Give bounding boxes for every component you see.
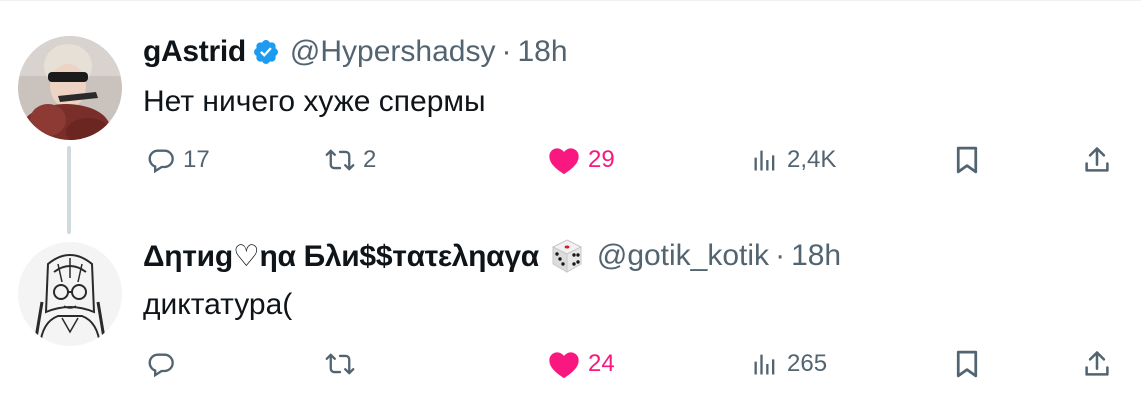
share-button[interactable] xyxy=(1083,344,1111,384)
timestamp[interactable]: 18h xyxy=(517,35,567,69)
avatar[interactable] xyxy=(18,36,122,140)
verified-badge-icon xyxy=(252,38,280,66)
share-button[interactable] xyxy=(1083,140,1111,180)
tweet-actions: 17 2 29 2,4K xyxy=(143,140,1123,180)
views-icon xyxy=(751,350,779,378)
tweet[interactable]: gAstrid @Hypershadsy · 18h Нет ничего ху… xyxy=(0,0,1141,234)
like-count: 29 xyxy=(588,146,615,173)
display-name[interactable]: gAstrid xyxy=(143,35,246,69)
like-button[interactable]: 29 xyxy=(548,140,615,180)
user-handle[interactable]: @Hypershadsy xyxy=(290,35,496,69)
reply-icon xyxy=(147,350,175,378)
views-count: 2,4K xyxy=(787,146,837,173)
game-die-icon xyxy=(547,236,587,276)
retweet-icon xyxy=(325,350,355,378)
separator-dot: · xyxy=(775,239,786,272)
separator-dot: · xyxy=(501,35,512,68)
tweet-actions: 24 265 xyxy=(143,344,1123,384)
bookmark-icon xyxy=(953,145,981,175)
reply-button[interactable] xyxy=(147,344,183,384)
views-button[interactable]: 265 xyxy=(751,344,827,384)
retweet-count: 2 xyxy=(363,146,377,173)
like-count: 24 xyxy=(588,350,615,377)
retweet-button[interactable]: 2 xyxy=(325,140,376,180)
retweet-icon xyxy=(325,146,355,174)
avatar[interactable] xyxy=(18,242,122,346)
bookmark-icon xyxy=(953,349,981,379)
share-icon xyxy=(1083,145,1111,175)
user-handle[interactable]: @gotik_kotik xyxy=(597,239,769,273)
retweet-button[interactable] xyxy=(325,344,363,384)
tweet-header: Δηтиg♡ηα Бλи$$тατεληαγα @gotik_kotik · 1… xyxy=(143,236,841,276)
reply-button[interactable]: 17 xyxy=(147,140,210,180)
share-icon xyxy=(1083,349,1111,379)
tweet-header: gAstrid @Hypershadsy · 18h xyxy=(143,32,568,72)
like-button[interactable]: 24 xyxy=(548,344,615,384)
reply-icon xyxy=(147,146,175,174)
tweet-text: диктатура( xyxy=(143,288,293,321)
views-count: 265 xyxy=(787,350,828,377)
timestamp[interactable]: 18h xyxy=(791,239,841,273)
views-icon xyxy=(751,146,779,174)
tweet[interactable]: Δηтиg♡ηα Бλи$$тατεληαγα @gotik_kotik · 1… xyxy=(0,210,1141,409)
heart-icon xyxy=(548,349,580,379)
bookmark-button[interactable] xyxy=(953,140,981,180)
heart-icon xyxy=(548,145,580,175)
tweet-text: Нет ничего хуже спермы xyxy=(143,85,486,118)
views-button[interactable]: 2,4K xyxy=(751,140,836,180)
bookmark-button[interactable] xyxy=(953,344,981,384)
display-name[interactable]: Δηтиg♡ηα Бλи$$тατεληαγα xyxy=(143,239,539,274)
reply-count: 17 xyxy=(183,146,210,173)
